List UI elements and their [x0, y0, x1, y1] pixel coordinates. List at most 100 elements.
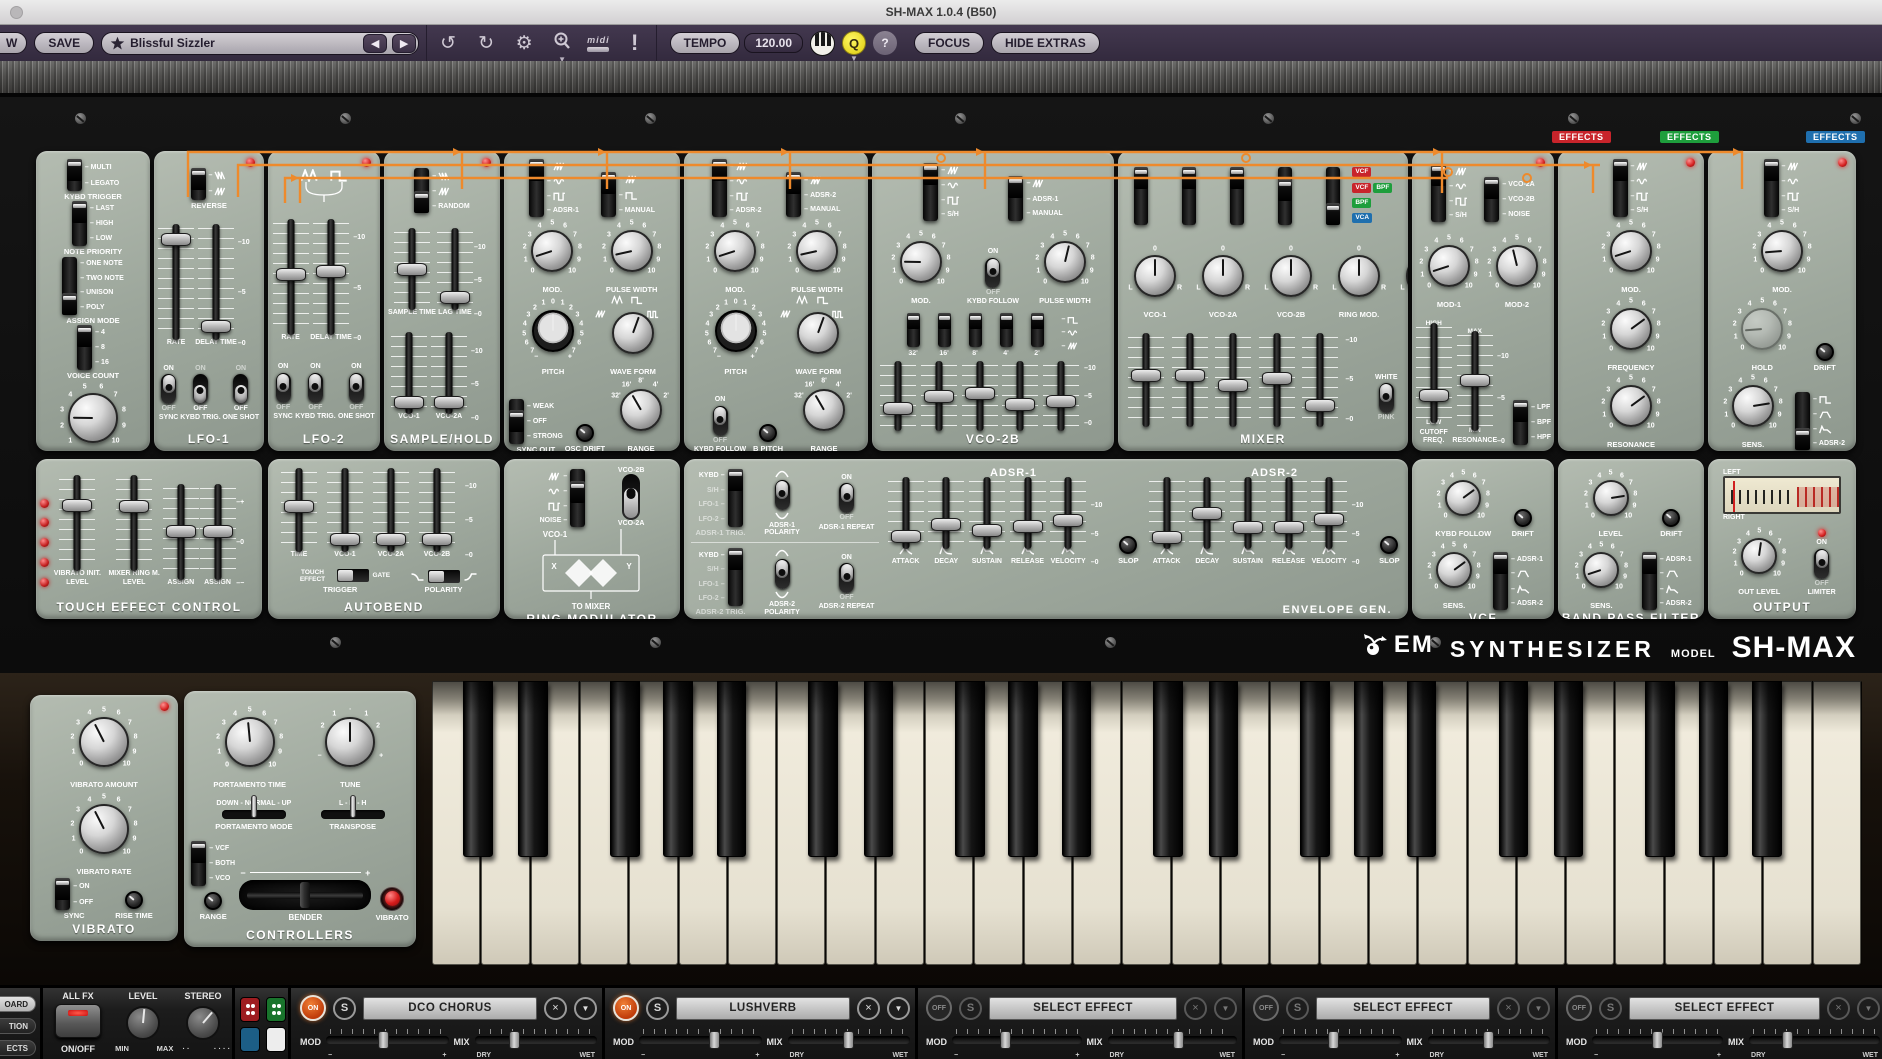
black-key[interactable]	[864, 681, 894, 857]
slider-time[interactable]: TIME	[281, 472, 317, 559]
pitch-bender[interactable]: −+BENDER	[239, 868, 371, 922]
mix-slider[interactable]: DRYWET	[475, 1027, 598, 1057]
zoom-icon[interactable]: ▼	[549, 31, 575, 55]
level-knob[interactable]	[126, 1006, 160, 1040]
switch-saw-adsr-1-manual[interactable]: ––ADSR-1–MANUAL	[1008, 176, 1062, 221]
toggle-body[interactable]	[308, 373, 323, 403]
slider-cap[interactable]	[422, 533, 452, 546]
slider-track[interactable]	[1017, 361, 1024, 431]
slider-cap[interactable]	[119, 500, 149, 513]
slider-vco-2a[interactable]: VCO-2A	[373, 472, 409, 559]
ring-source-toggle[interactable]: VCO-2BVCO-2A	[618, 467, 644, 527]
slider-cap[interactable]	[376, 533, 406, 546]
knob-sens[interactable]: 012345678910SENS.	[1570, 539, 1632, 611]
mini-knob-rise-time[interactable]: RISE TIME	[115, 889, 153, 921]
alert-icon[interactable]: !	[622, 32, 648, 54]
slider-track[interactable]	[1430, 323, 1437, 423]
black-key[interactable]	[717, 681, 747, 857]
knob-tune[interactable]: 21·12−+TUNE	[312, 704, 388, 790]
switch-body[interactable]	[1008, 176, 1023, 221]
effect-power-button[interactable]: OFF	[1253, 995, 1279, 1021]
hswitch-trigger[interactable]: TOUCH EFFECTGATETRIGGER	[290, 569, 390, 594]
mix-slider[interactable]: DRYWET	[788, 1027, 911, 1057]
slider-vco-1[interactable]: VCO-1	[327, 472, 363, 559]
switch-body[interactable]	[62, 257, 77, 315]
switch-body[interactable]	[1431, 164, 1446, 222]
knob-range[interactable]: 32'16'8'4'2'RANGE	[607, 376, 675, 451]
slider-cap[interactable]	[316, 265, 346, 278]
switch-body[interactable]	[1764, 159, 1779, 217]
route-switch[interactable]	[1134, 167, 1148, 225]
remove-effect-button[interactable]: ×	[1184, 997, 1207, 1020]
mix-slider[interactable]: DRYWET	[1108, 1027, 1238, 1057]
switch-lpf-bpf-hpf[interactable]: –LPF–BPF–HPF	[1513, 400, 1551, 445]
mini-knob-slop[interactable]: SLOP	[1378, 534, 1400, 566]
slider-cap[interactable]	[1419, 389, 1449, 402]
slider-ctl[interactable]	[1128, 337, 1164, 423]
switch-vcf-both-vco[interactable]: –VCF–BOTH–VCO	[191, 841, 235, 886]
side-tab-tion[interactable]: TION	[0, 1018, 36, 1034]
knob-wave-form[interactable]: WAVE FORM	[784, 299, 852, 377]
switch-saw-sine-square-s-h[interactable]: ––––S/H	[1764, 159, 1801, 217]
slider-delay-time[interactable]: DELAY TIME	[195, 228, 237, 347]
slider-cap[interactable]	[965, 387, 995, 400]
knob-level[interactable]: 012345678910LEVEL	[1580, 467, 1642, 539]
slider-ctl[interactable]	[1043, 365, 1079, 427]
slider-release[interactable]: RELEASE	[1271, 481, 1307, 566]
knob-ring-mod[interactable]: 0LRRING MOD.	[1325, 242, 1393, 320]
toggle-adsr-2-repeat[interactable]: ONOFFADSR-2 REPEAT	[819, 554, 875, 611]
mini-knob-range[interactable]: RANGE	[200, 890, 227, 922]
slider-cap[interactable]	[1460, 374, 1490, 387]
route-switch[interactable]	[1182, 167, 1196, 225]
switch-body[interactable]	[529, 159, 544, 217]
switch-body[interactable]	[786, 172, 801, 217]
slider-vco-2b[interactable]: VCO-2B	[419, 472, 455, 559]
mod-slider[interactable]: −+	[952, 1027, 1082, 1057]
mod-slider[interactable]: −+	[639, 1027, 762, 1057]
switch-saw-sine-square-s-h[interactable]: ––––S/H	[1431, 164, 1468, 222]
color-pad[interactable]	[266, 1027, 286, 1052]
knob-hold[interactable]: 012345678910HOLD	[1728, 295, 1796, 373]
mod-slider[interactable]: −+	[1279, 1027, 1402, 1057]
switch-body[interactable]	[1493, 552, 1508, 610]
switch-body[interactable]	[1642, 552, 1657, 610]
knob-pulse-width[interactable]: 012345678910PULSE WIDTH	[1031, 228, 1099, 306]
knob-vco-1[interactable]: 0LRVCO-1	[1121, 242, 1189, 320]
tempo-value[interactable]: 120.00	[744, 33, 803, 53]
switch-body[interactable]	[509, 399, 524, 444]
black-key[interactable]	[518, 681, 548, 857]
toggle-adsr-1-polarity[interactable]: ADSR-1 POLARITY	[754, 469, 810, 537]
effect-menu-button[interactable]: ▼	[574, 997, 597, 1020]
effect-menu-button[interactable]: ▼	[1857, 997, 1880, 1020]
toggle-body[interactable]	[161, 374, 176, 404]
effect-name[interactable]: SELECT EFFECT	[1316, 997, 1490, 1020]
knob-vibrato-amount[interactable]: 012345678910VIBRATO AMOUNT	[66, 704, 142, 790]
white-key[interactable]	[1813, 681, 1861, 965]
slider-sustain[interactable]: SUSTAIN	[969, 481, 1005, 566]
slider-track[interactable]	[983, 477, 990, 549]
black-key[interactable]	[1407, 681, 1437, 857]
switch-saw-sine-square-adsr-1[interactable]: ––––ADSR-1	[529, 159, 579, 217]
slider-cutoff-freq[interactable]: HIGHLOWCUTOFF FREQ.	[1415, 320, 1452, 445]
slider-cap[interactable]	[161, 233, 191, 246]
black-key[interactable]	[1354, 681, 1384, 857]
switch-body[interactable]	[55, 878, 70, 910]
slider-cap[interactable]	[972, 524, 1002, 537]
effect-menu-button[interactable]: ▼	[887, 997, 910, 1020]
slider-vco-2a[interactable]: VCO-2A	[431, 336, 467, 421]
black-key[interactable]	[808, 681, 838, 857]
toggle-body[interactable]	[276, 373, 291, 403]
effect-menu-button[interactable]: ▼	[1214, 997, 1237, 1020]
switch-kybd-trigger[interactable]: –MULTI–LEGATOKYBD TRIGGER	[64, 159, 122, 201]
switch-adsr-1-trap-adsr-adsr-2[interactable]: –ADSR-1–––ADSR-2	[1493, 552, 1543, 610]
slider-mixer-ring-m-level[interactable]: MIXER RING M. LEVEL	[106, 479, 162, 586]
slider-decay[interactable]: DECAY	[928, 481, 964, 566]
black-key[interactable]	[1153, 681, 1183, 857]
switch-body[interactable]	[601, 172, 616, 217]
slider-rate[interactable]: RATE	[158, 228, 194, 347]
black-key[interactable]	[1300, 681, 1330, 857]
slider-ctl[interactable]	[1215, 337, 1251, 423]
switch-body[interactable]	[1613, 159, 1628, 217]
black-key[interactable]	[1554, 681, 1584, 857]
slider-cap[interactable]	[924, 390, 954, 403]
